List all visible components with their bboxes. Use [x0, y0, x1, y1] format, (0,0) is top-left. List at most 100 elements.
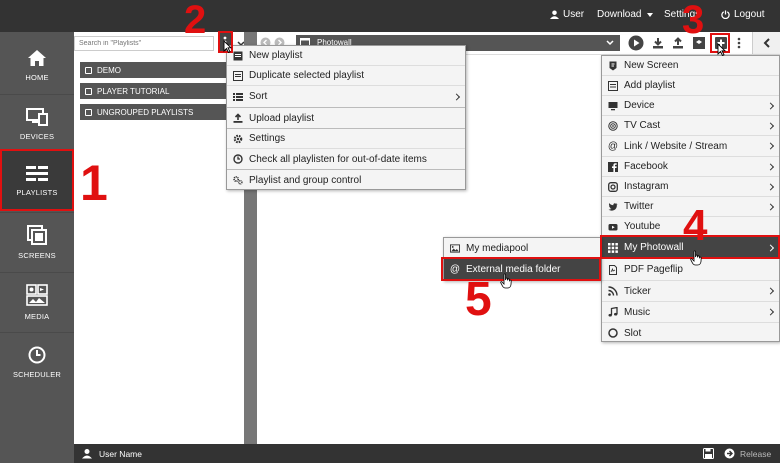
- menu-label: My Photowall: [624, 242, 684, 253]
- menu-item-sort[interactable]: Sort: [227, 86, 465, 108]
- grid-icon: [608, 242, 618, 253]
- sort-icon: [233, 92, 243, 101]
- menu-label: Check all playlisten for out-of-date ite…: [249, 153, 427, 165]
- collapse-panel-button[interactable]: [752, 32, 780, 54]
- annotation-number-3: 3: [682, 0, 705, 42]
- menu-label: Twitter: [624, 201, 654, 212]
- annotation-number-4: 4: [683, 201, 708, 250]
- menu-item-ticker[interactable]: Ticker: [602, 281, 779, 302]
- sidebar-item-playlists[interactable]: PLAYLISTS: [0, 151, 74, 211]
- playlist-group[interactable]: DEMO: [80, 62, 240, 78]
- checkbox[interactable]: [85, 108, 92, 116]
- upload-icon: [233, 113, 243, 123]
- menu-label: New Screen: [624, 60, 679, 71]
- annotation-number-2: 2: [184, 0, 207, 42]
- sidebar-label: MEDIA: [24, 311, 50, 321]
- chevron-right-icon: [766, 182, 775, 191]
- menu-label: Link / Website / Stream: [624, 140, 728, 152]
- menu-label: Facebook: [624, 161, 668, 172]
- download-icon[interactable]: [652, 37, 664, 49]
- play-icon[interactable]: [628, 35, 644, 51]
- chevron-right-icon: [766, 162, 775, 171]
- clock-icon: [233, 154, 243, 164]
- checkbox[interactable]: [85, 87, 92, 95]
- menu-label: Ticker: [624, 285, 651, 297]
- chevron-right-icon: [766, 287, 775, 295]
- youtube-icon: [608, 223, 618, 230]
- menu-item-slot[interactable]: Slot: [602, 323, 779, 343]
- menu-label: Device: [624, 100, 655, 111]
- menu-label: Slot: [624, 327, 642, 339]
- menu-label: TV Cast: [624, 120, 661, 131]
- hand-cursor-icon: [500, 273, 512, 289]
- download-label: Download: [597, 9, 642, 20]
- sidebar-item-scheduler[interactable]: SCHEDULER: [0, 333, 74, 391]
- vertical-dots-icon[interactable]: [736, 36, 742, 50]
- menu-item-duplicate-playlist[interactable]: Duplicate selected playlist: [227, 66, 465, 86]
- menu-label: Upload playlist: [249, 112, 315, 124]
- menu-item-instagram[interactable]: Instagram: [602, 177, 779, 197]
- menu-item-my-mediapool[interactable]: My mediapool: [444, 238, 600, 259]
- menu-label: PDF Pageflip: [624, 264, 683, 275]
- menu-item-new-screen[interactable]: New Screen: [602, 56, 779, 76]
- devices-icon: [26, 107, 48, 126]
- release-label: Release: [740, 449, 772, 459]
- slot-icon: [608, 328, 618, 338]
- annotation-number-1: 1: [80, 155, 108, 211]
- gear-icon: [233, 134, 243, 143]
- user-icon: [82, 449, 92, 459]
- menu-item-upload-playlist[interactable]: Upload playlist: [227, 108, 465, 129]
- download-menu[interactable]: Download: [597, 9, 654, 20]
- add-content-menu: New Screen Add playlist Device TV Cast @…: [601, 55, 780, 342]
- menu-item-new-playlist[interactable]: New playlist: [227, 46, 465, 66]
- menu-item-tv-cast[interactable]: TV Cast: [602, 116, 779, 136]
- new-playlist-icon: [233, 51, 243, 60]
- sidebar-item-screens[interactable]: SCREENS: [0, 213, 74, 271]
- menu-item-facebook[interactable]: Facebook: [602, 157, 779, 177]
- menu-item-add-playlist[interactable]: Add playlist: [602, 76, 779, 96]
- playlist-icon: [608, 80, 618, 91]
- checkbox[interactable]: [85, 66, 92, 74]
- user-menu[interactable]: User: [550, 9, 584, 20]
- screens-icon: [27, 224, 47, 245]
- logout-label: Logout: [734, 9, 765, 20]
- music-icon: [608, 307, 618, 317]
- duplicate-icon: [233, 70, 243, 81]
- footer-user-name: User Name: [99, 449, 142, 459]
- menu-item-link-website-stream[interactable]: @ Link / Website / Stream: [602, 136, 779, 157]
- cast-icon: [608, 120, 618, 131]
- chevron-right-icon: [766, 142, 775, 150]
- status-bar: User Name Release: [74, 444, 780, 463]
- playlist-group[interactable]: UNGROUPED PLAYLISTS: [80, 104, 240, 120]
- menu-label: Youtube: [624, 221, 661, 232]
- playlist-group-label: DEMO: [97, 65, 121, 75]
- menu-item-music[interactable]: Music: [602, 302, 779, 323]
- menu-item-check-out-of-date[interactable]: Check all playlisten for out-of-date ite…: [227, 149, 465, 170]
- sidebar-label: SCREENS: [18, 250, 56, 260]
- sidebar-label: DEVICES: [19, 131, 55, 141]
- twitter-icon: [608, 202, 618, 211]
- sidebar-item-media[interactable]: MEDIA: [0, 273, 74, 331]
- shield-icon: [609, 61, 617, 70]
- clock-icon: [28, 346, 46, 363]
- at-icon: @: [449, 264, 461, 275]
- playlist-options-menu: New playlist Duplicate selected playlist…: [226, 45, 466, 190]
- home-icon: [28, 49, 46, 66]
- monitor-icon: [608, 101, 618, 110]
- rss-icon: [608, 286, 618, 296]
- menu-item-settings[interactable]: Settings: [227, 129, 465, 149]
- menu-item-device[interactable]: Device: [602, 96, 779, 116]
- logout-button[interactable]: Logout: [721, 9, 765, 20]
- playlist-group[interactable]: PLAYER TUTORIAL: [80, 83, 240, 99]
- annotation-number-5: 5: [465, 273, 492, 326]
- save-icon[interactable]: [703, 448, 714, 459]
- sidebar-item-home[interactable]: HOME: [0, 36, 74, 94]
- sidebar-item-devices[interactable]: DEVICES: [0, 95, 74, 153]
- user-label: User: [563, 9, 585, 20]
- playlists-icon: [26, 165, 48, 181]
- menu-item-playlist-group-control[interactable]: Playlist and group control: [227, 170, 465, 190]
- playlist-group-label: UNGROUPED PLAYLISTS: [97, 107, 194, 117]
- arrow-right-circle-icon[interactable]: [724, 448, 735, 459]
- user-icon: [550, 10, 559, 19]
- chevron-right-icon: [766, 202, 775, 211]
